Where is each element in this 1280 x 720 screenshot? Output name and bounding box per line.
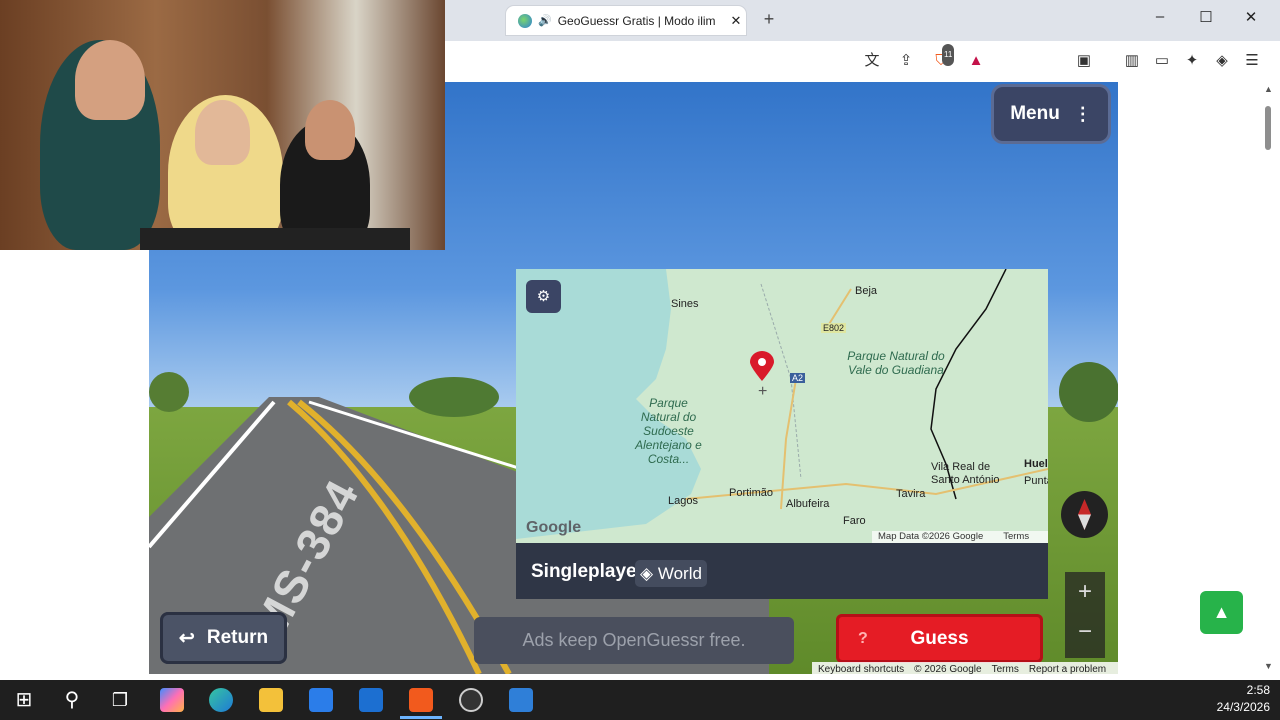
caret-up-icon: ▲	[1212, 602, 1231, 622]
more-vertical-icon: ⋮	[1073, 103, 1092, 124]
brave-rewards-icon[interactable]: ▲	[965, 50, 987, 72]
map-label-beja: Beja	[855, 285, 878, 297]
edge-icon[interactable]	[209, 688, 233, 712]
search-icon[interactable]: ⚲	[60, 688, 84, 712]
crosshair-icon: +	[758, 383, 768, 400]
map-label-vila-real: Vila Real de Santo António	[931, 461, 1000, 486]
copyright-text: © 2026 Google	[914, 663, 982, 675]
browser-tab[interactable]: 🔊 GeoGuessr Gratis | Modo ilim ✕	[506, 6, 746, 35]
wallet-icon[interactable]: ▭	[1151, 50, 1173, 72]
map-label-lagos: Lagos	[668, 495, 698, 507]
report-problem-link[interactable]: Report a problem	[1029, 664, 1106, 675]
mail-icon[interactable]	[359, 688, 383, 712]
map-settings-button[interactable]: ⚙	[526, 280, 561, 313]
return-button[interactable]: ↩ Return	[160, 612, 287, 664]
map-label-tavira: Tavira	[896, 488, 926, 500]
scroll-top-button[interactable]: ▲	[1200, 591, 1243, 634]
map-label-sines: Sines	[671, 298, 699, 310]
return-label: Return	[206, 627, 269, 648]
speaker-icon[interactable]: 🔊	[538, 14, 552, 27]
google-footer: Keyboard shortcuts © 2026 Google Terms R…	[812, 662, 1118, 676]
scroll-down-icon[interactable]: ▼	[1264, 661, 1273, 671]
taskbar	[0, 680, 1280, 720]
brave-shield-icon[interactable]: ⛉ 11	[930, 44, 955, 72]
close-tab-icon[interactable]: ✕	[726, 13, 746, 29]
map-label-park-guadiana: Parque Natural do Vale do Guadiana	[847, 349, 945, 377]
shield-badge: 11	[942, 44, 955, 66]
tree	[1059, 362, 1118, 422]
zoom-controls: + −	[1065, 572, 1105, 658]
webcam-overlay	[0, 0, 445, 250]
close-window-button[interactable]: ✕	[1231, 8, 1271, 32]
active-app-indicator	[400, 716, 442, 719]
maximize-button[interactable]: ☐	[1186, 8, 1226, 32]
map-land	[516, 269, 1048, 544]
sliders-icon: ⚙	[536, 288, 551, 305]
desk	[140, 228, 410, 250]
store-icon[interactable]	[309, 688, 333, 712]
sidebar-icon[interactable]: ▥	[1121, 50, 1143, 72]
obs-icon[interactable]	[459, 688, 483, 712]
map-label-a2: A2	[790, 373, 806, 383]
brave-icon[interactable]	[409, 688, 433, 712]
minimize-button[interactable]: –	[1140, 8, 1180, 32]
google-logo: Google	[526, 519, 582, 536]
clock-date: 24/3/2026	[1216, 700, 1270, 714]
mode-label: Singleplayer	[531, 561, 644, 582]
zoom-in-button[interactable]: +	[1065, 572, 1105, 612]
guess-hint-icon: ?	[858, 630, 868, 647]
return-arrow-icon: ↩	[178, 627, 195, 649]
new-tab-button[interactable]: +	[760, 9, 778, 31]
copilot-icon[interactable]	[160, 688, 184, 712]
geoguessr-favicon-icon	[518, 13, 532, 28]
media-player-icon[interactable]	[509, 688, 533, 712]
ads-banner: Ads keep OpenGuessr free.	[474, 617, 794, 664]
share-icon[interactable]: ⇪	[895, 50, 917, 72]
menu-icon[interactable]: ☰	[1241, 50, 1263, 72]
scrollbar[interactable]	[1262, 82, 1280, 674]
start-icon[interactable]: ⊞	[12, 688, 36, 712]
layers-icon: ◈	[640, 564, 658, 583]
scrollbar-thumb[interactable]	[1265, 106, 1271, 150]
map-mode-label: World	[657, 564, 702, 583]
file-explorer-icon[interactable]	[259, 688, 283, 712]
person-face	[305, 100, 355, 160]
zoom-out-button[interactable]: −	[1065, 612, 1105, 652]
guess-button[interactable]: ? Guess	[836, 614, 1043, 663]
menu-button[interactable]: Menu ⋮	[994, 87, 1108, 141]
scroll-up-icon[interactable]: ▲	[1264, 84, 1273, 94]
person-face	[195, 100, 250, 165]
map-label-albufeira: Albufeira	[786, 498, 830, 510]
tab-title: GeoGuessr Gratis | Modo ilim	[557, 13, 716, 28]
keyboard-shortcuts-link[interactable]: Keyboard shortcuts	[818, 664, 904, 675]
map-marker-icon[interactable]	[750, 351, 774, 381]
compass-icon[interactable]	[1061, 491, 1108, 538]
menu-label: Menu	[1010, 103, 1060, 124]
reader-icon[interactable]: ▣	[1073, 50, 1095, 72]
guess-label: Guess	[910, 628, 969, 649]
person-face	[75, 40, 145, 120]
vpn-icon[interactable]: ◈	[1211, 50, 1233, 72]
guess-map[interactable]: Sines Beja E802 A2 Parque Natural do Val…	[516, 269, 1048, 544]
task-view-icon[interactable]: ❐	[108, 688, 132, 712]
map-label-faro: Faro	[843, 515, 866, 527]
system-clock[interactable]: 2:58 24/3/2026	[1200, 682, 1270, 716]
map-label-e802: E802	[821, 323, 847, 333]
map-label-huelva: Huel	[1024, 458, 1048, 470]
map-label-portimao: Portimão	[729, 487, 774, 499]
map-label-park-sudoeste: Parque Natural do Sudoeste Alentejano e …	[635, 396, 702, 466]
map-mode-button[interactable]: ◈ World	[635, 560, 707, 587]
clock-time: 2:58	[1246, 683, 1270, 697]
map-label-punta: Punta	[1024, 475, 1048, 487]
translate-icon[interactable]: 文	[861, 50, 883, 72]
terms-link[interactable]: Terms	[992, 664, 1019, 675]
leo-icon[interactable]: ✦	[1181, 50, 1203, 72]
